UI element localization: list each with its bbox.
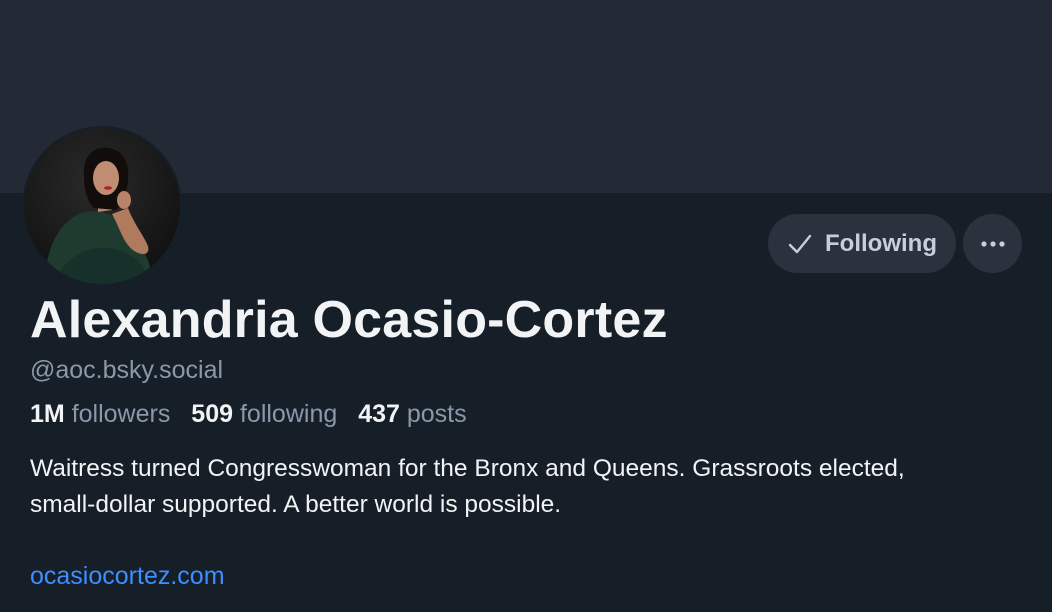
following-button-label: Following [825, 229, 937, 257]
following-stat[interactable]: 509 following [191, 400, 337, 428]
bio-line-2: small-dollar supported. A better world i… [30, 491, 562, 518]
more-options-button[interactable] [963, 214, 1022, 273]
followers-stat[interactable]: 1M followers [30, 400, 170, 428]
avatar-photo [24, 128, 180, 284]
profile-page: Following Alexandria Ocasio-Cortez @aoc.… [0, 0, 1052, 612]
posts-stat: 437 posts [358, 400, 466, 428]
profile-stats: 1M followers 509 following 437 posts [30, 398, 481, 430]
posts-count: 437 [358, 400, 400, 428]
user-handle: @aoc.bsky.social [30, 356, 224, 384]
profile-bio: Waitress turned Congresswoman for the Br… [30, 451, 1040, 523]
followers-count: 1M [30, 400, 65, 428]
ellipsis-icon [980, 240, 1005, 247]
bio-line-1: Waitress turned Congresswoman for the Br… [30, 455, 905, 482]
checkmark-icon [788, 234, 812, 253]
profile-website-link[interactable]: ocasiocortez.com [30, 560, 225, 592]
avatar[interactable] [22, 126, 182, 286]
posts-label: posts [406, 400, 467, 428]
followers-label: followers [71, 400, 171, 428]
following-label: following [239, 400, 338, 428]
following-count: 509 [191, 400, 234, 428]
following-button[interactable]: Following [768, 214, 956, 273]
display-name: Alexandria Ocasio-Cortez [30, 291, 668, 349]
